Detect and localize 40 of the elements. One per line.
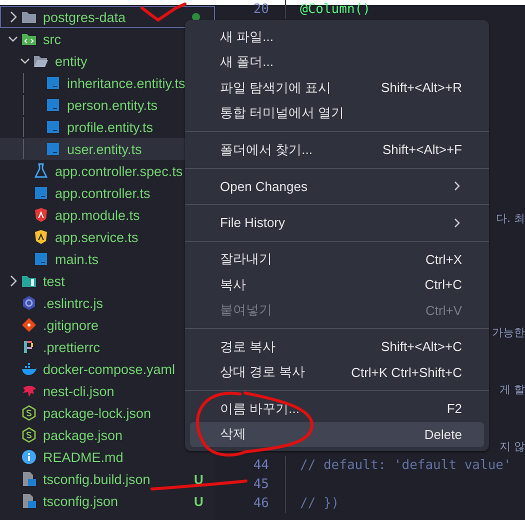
typescript-icon: [33, 251, 49, 267]
checkmark-annotation: [140, 2, 186, 22]
code-fragment: 게 할: [500, 382, 525, 397]
shield-icon: [33, 207, 49, 223]
line-number: 20: [252, 2, 270, 17]
shield-icon: [33, 229, 49, 245]
menu-item[interactable]: 삭제 Delete: [190, 422, 484, 447]
code-folder-icon: [21, 31, 37, 47]
line-number: 45: [252, 477, 270, 492]
file-tree-item[interactable]: tsconfig.json U: [0, 490, 215, 512]
typescript-icon: [33, 185, 49, 201]
git-status-label: U: [194, 472, 204, 486]
code-line: // }): [285, 494, 340, 513]
line-number: 44: [252, 458, 270, 473]
typescript-icon: [45, 141, 61, 157]
hexagon-icon: [21, 427, 37, 443]
typescript-icon: [45, 97, 61, 113]
hexagon-icon: [21, 405, 37, 421]
info-icon: [21, 449, 37, 465]
folder-icon: [33, 53, 49, 69]
flask-icon: [33, 163, 49, 179]
whale-icon: [21, 361, 37, 377]
hexagon-icon: [21, 295, 37, 311]
folder-icon: [21, 9, 37, 25]
git-status-label: U: [194, 494, 204, 508]
config-file-icon: [21, 471, 37, 487]
bird-icon: [21, 383, 37, 399]
folder-icon: [21, 273, 37, 289]
code-line: @Column(): [285, 0, 370, 19]
file-tree-item[interactable]: README.md: [0, 446, 215, 468]
code-fragment: 지 않: [500, 439, 525, 454]
diamond-icon: [21, 317, 37, 333]
file-tree-item[interactable]: tsconfig.build.json U: [0, 468, 215, 490]
line-number: 46: [252, 496, 270, 511]
typescript-icon: [45, 75, 61, 91]
code-line: // default: 'default value': [285, 456, 512, 475]
code-fragment: 다. 최: [496, 211, 525, 226]
code-fragment: 가능한: [492, 325, 525, 340]
typescript-icon: [45, 119, 61, 135]
config-file-icon: [21, 493, 37, 509]
